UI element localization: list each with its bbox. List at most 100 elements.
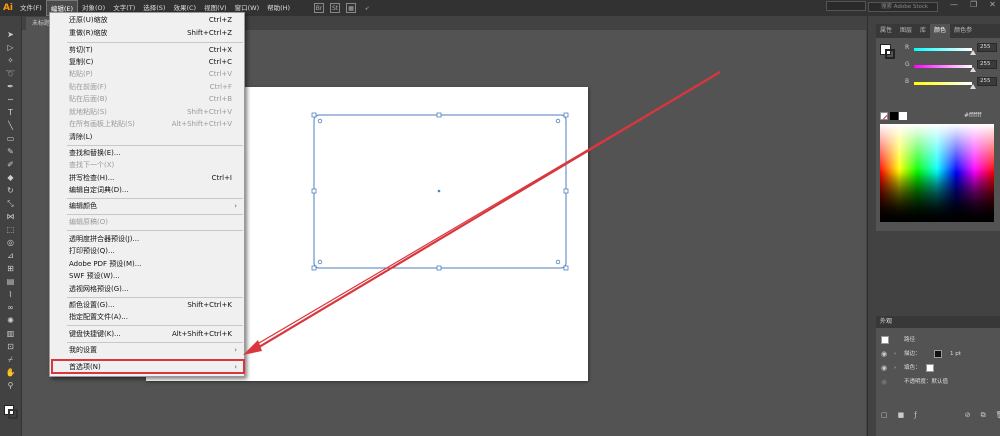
hex-value[interactable]: #ffffff: [964, 112, 981, 119]
menu-item-edit-colors[interactable]: 编辑颜色 ›: [50, 200, 244, 212]
menu-item-assign-profile[interactable]: 指定配置文件(A)...: [50, 311, 244, 323]
shape-builder-tool-icon[interactable]: ◎: [5, 238, 16, 248]
menu-file[interactable]: 文件(F): [16, 0, 46, 16]
stock-search-input[interactable]: 搜索 Adobe Stock: [868, 2, 938, 12]
appearance-stroke-row[interactable]: ◉ › 描边： 1 pt: [876, 348, 1000, 360]
menu-item-redo[interactable]: 重做(R)缩放 Shift+Ctrl+Z: [50, 27, 244, 39]
appearance-opacity-row[interactable]: ◉ 不透明度：默认值: [876, 376, 1000, 388]
menu-item-perspective-grid-presets[interactable]: 透视网格预设(G)...: [50, 283, 244, 295]
slider-b-track[interactable]: [914, 82, 972, 85]
menu-item-find-replace[interactable]: 查找和替换(E)...: [50, 147, 244, 159]
shaper-tool-icon[interactable]: ✐: [5, 160, 16, 170]
slice-tool-icon[interactable]: ⌿: [5, 355, 16, 365]
menu-item-clear[interactable]: 清除(L): [50, 131, 244, 143]
menu-item-cut[interactable]: 剪切(T) Ctrl+X: [50, 44, 244, 56]
artboard-tool-icon[interactable]: ⊡: [5, 342, 16, 352]
appearance-panel: 外观 路径 ◉ › 描边： 1 pt ◉ › 填色： ◉ 不透明度：默认值 ▢ …: [876, 316, 1000, 436]
stroke-color-swatch[interactable]: [934, 350, 942, 358]
slider-g-value[interactable]: 255: [977, 60, 997, 69]
gradient-tool-icon[interactable]: ▤: [5, 277, 16, 287]
slider-b-value[interactable]: 255: [977, 77, 997, 86]
zoom-tool-icon[interactable]: ⚲: [5, 381, 16, 391]
menu-item-swf-presets[interactable]: SWF 预设(W)...: [50, 270, 244, 282]
lasso-tool-icon[interactable]: ➰: [5, 69, 16, 79]
gpu-rocket-icon[interactable]: ➶: [362, 3, 372, 13]
expand-chevron-icon[interactable]: ›: [894, 348, 896, 360]
magic-wand-tool-icon[interactable]: ✧: [5, 56, 16, 66]
eraser-tool-icon[interactable]: ◆: [5, 173, 16, 183]
vertical-scrollbar[interactable]: [866, 30, 867, 436]
slider-g-thumb[interactable]: [970, 67, 976, 72]
menu-item-keyboard-shortcuts[interactable]: 键盘快捷键(K)... Alt+Shift+Ctrl+K: [50, 328, 244, 340]
add-stroke-icon[interactable]: ▢: [881, 411, 888, 419]
duplicate-item-icon[interactable]: ⧉: [981, 411, 986, 420]
eyedropper-tool-icon[interactable]: ⌇: [5, 290, 16, 300]
clear-appearance-icon[interactable]: ⊘: [965, 411, 971, 419]
tab-libraries[interactable]: 库: [916, 24, 930, 38]
slider-r-value[interactable]: 255: [977, 43, 997, 52]
menu-item-edit-dictionary[interactable]: 编辑自定词典(D)...: [50, 184, 244, 196]
menu-item-flattener-presets[interactable]: 透明度拼合器预设(J)...: [50, 233, 244, 245]
close-button[interactable]: ✕: [989, 0, 996, 9]
visibility-eye-icon[interactable]: ◉: [881, 348, 887, 360]
direct-selection-tool-icon[interactable]: ▷: [5, 43, 16, 53]
column-graph-tool-icon[interactable]: ▥: [5, 329, 16, 339]
menu-item-print-presets[interactable]: 打印预设(Q)...: [50, 245, 244, 257]
curvature-tool-icon[interactable]: ∽: [5, 95, 16, 105]
tab-layers[interactable]: 图层: [896, 24, 916, 38]
minimize-button[interactable]: —: [950, 0, 958, 9]
fill-color-swatch[interactable]: [926, 364, 934, 372]
menu-separator: [67, 42, 243, 43]
selection-tool-icon[interactable]: ➤: [5, 30, 16, 40]
paintbrush-tool-icon[interactable]: ✎: [5, 147, 16, 157]
mesh-tool-icon[interactable]: ⊞: [5, 264, 16, 274]
slider-g-track[interactable]: [914, 65, 972, 68]
perspective-grid-tool-icon[interactable]: ⊿: [5, 251, 16, 261]
tab-color-guide[interactable]: 颜色参: [950, 24, 976, 38]
visibility-eye-icon[interactable]: ◉: [881, 362, 887, 374]
maximize-button[interactable]: ❐: [970, 0, 977, 9]
blend-tool-icon[interactable]: ∞: [5, 303, 16, 313]
right-panel-dock: 属性 图层 库 颜色 颜色参 R 255 G 255 B 255 #ffffff…: [867, 16, 1000, 436]
scale-tool-icon[interactable]: ⤡: [5, 199, 16, 209]
stroke-weight[interactable]: 1 pt: [950, 348, 961, 360]
menu-help[interactable]: 帮助(H): [263, 0, 294, 16]
white-color-swatch[interactable]: [899, 112, 907, 120]
menu-item-copy[interactable]: 复制(C) Ctrl+C: [50, 56, 244, 68]
free-transform-tool-icon[interactable]: ⬚: [5, 225, 16, 235]
menu-item-undo[interactable]: 还原(U)缩放 Ctrl+Z: [50, 14, 244, 26]
workspace-switcher[interactable]: [826, 1, 866, 11]
rectangle-tool-icon[interactable]: ▭: [5, 134, 16, 144]
appearance-object-row[interactable]: 路径: [876, 334, 1000, 346]
symbol-sprayer-tool-icon[interactable]: ✺: [5, 316, 16, 326]
expand-chevron-icon[interactable]: ›: [894, 362, 896, 374]
menu-item-spell-check[interactable]: 拼写检查(H)... Ctrl+I: [50, 172, 244, 184]
menu-item-my-settings[interactable]: 我的设置 ›: [50, 344, 244, 356]
type-tool-icon[interactable]: T: [5, 108, 16, 118]
add-effect-icon[interactable]: ƒ: [914, 411, 916, 419]
width-tool-icon[interactable]: ⋈: [5, 212, 16, 222]
menu-item-color-settings[interactable]: 颜色设置(G)... Shift+Ctrl+K: [50, 299, 244, 311]
appearance-fill-row[interactable]: ◉ › 填色：: [876, 362, 1000, 374]
hand-tool-icon[interactable]: ✋: [5, 368, 16, 378]
stock-icon[interactable]: St: [330, 3, 341, 13]
stroke-swatch[interactable]: [8, 409, 18, 419]
delete-item-icon[interactable]: 🗑: [996, 411, 1000, 419]
tab-color[interactable]: 颜色: [930, 24, 951, 38]
menu-separator: [67, 214, 243, 215]
slider-b-thumb[interactable]: [970, 84, 976, 89]
bridge-icon[interactable]: Br: [314, 3, 325, 13]
none-color-swatch[interactable]: [880, 112, 888, 120]
menu-item-pdf-presets[interactable]: Adobe PDF 预设(M)...: [50, 258, 244, 270]
tab-properties[interactable]: 属性: [876, 24, 896, 38]
arrange-documents-icon[interactable]: ▦: [346, 3, 357, 13]
slider-r-track[interactable]: [914, 48, 972, 51]
add-fill-icon[interactable]: ■: [898, 411, 905, 419]
black-color-swatch[interactable]: [890, 112, 898, 120]
visibility-eye-icon[interactable]: ◉: [881, 376, 887, 388]
slider-r-thumb[interactable]: [970, 50, 976, 55]
line-tool-icon[interactable]: ╲: [5, 121, 16, 131]
appearance-panel-title[interactable]: 外观: [876, 316, 1000, 328]
pen-tool-icon[interactable]: ✒: [5, 82, 16, 92]
rotate-tool-icon[interactable]: ↻: [5, 186, 16, 196]
